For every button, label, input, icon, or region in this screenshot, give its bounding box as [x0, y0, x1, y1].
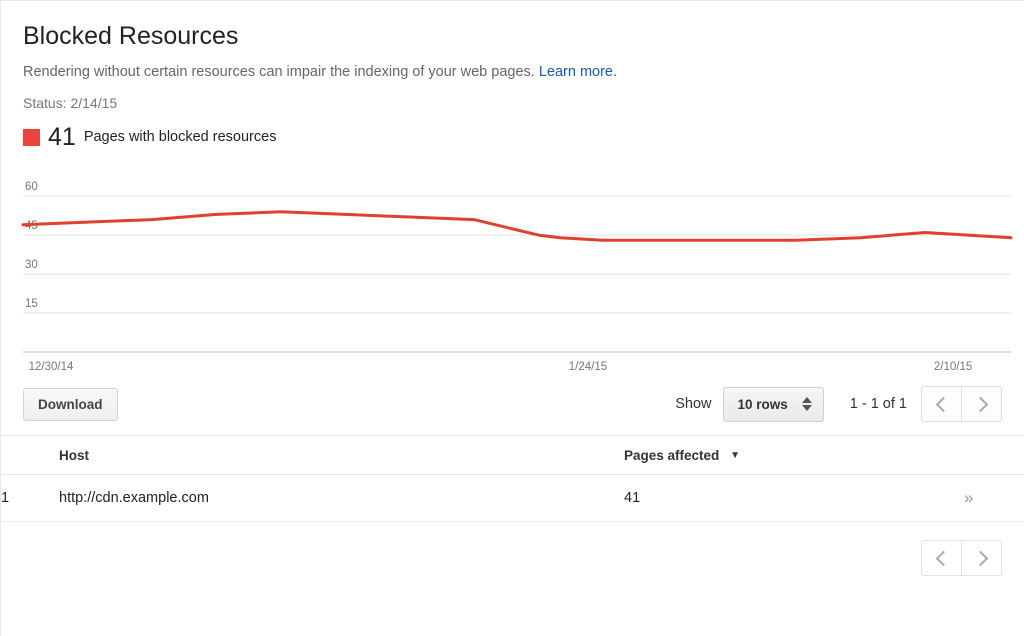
page-description: Rendering without certain resources can … — [23, 63, 1024, 81]
show-label: Show — [675, 396, 712, 412]
status-text: Status: 2/14/15 — [23, 95, 118, 111]
chevron-left-icon — [935, 396, 951, 412]
row-details-cell: » — [964, 474, 1024, 522]
result-range-label: 1 - 1 of 1 — [849, 396, 907, 412]
x-axis-tick-label: 1/24/15 — [569, 361, 607, 373]
legend-color-swatch — [23, 128, 40, 146]
blocked-resources-chart: 15 30 45 60 12/30/14 1/24/15 2/10/15 — [1, 168, 1024, 373]
row-index: 1 — [1, 474, 59, 522]
column-header-pages-affected[interactable]: Pages affected ▼ — [624, 435, 964, 475]
sort-descending-icon: ▼ — [730, 450, 740, 461]
legend-label: Pages with blocked resources — [83, 129, 277, 145]
chevron-left-icon — [935, 550, 951, 566]
stepper-icon — [801, 397, 812, 411]
column-header-host[interactable]: Host — [59, 435, 624, 475]
blocked-resources-table: Host Pages affected ▼ 1 http://cdn.examp… — [1, 435, 1024, 522]
chart-legend: 41 Pages with blocked resources — [23, 124, 1024, 150]
rows-per-page-value: 10 rows — [737, 396, 788, 412]
row-pages-affected: 41 — [624, 474, 964, 522]
table-body: 1 http://cdn.example.com 41 » — [1, 474, 1024, 522]
table-header-row: Host Pages affected ▼ — [1, 435, 1024, 475]
legend-count: 41 — [48, 123, 76, 151]
chart-line-series — [21, 210, 1013, 242]
bottom-pager — [1, 522, 1024, 576]
table-row[interactable]: 1 http://cdn.example.com 41 » — [1, 474, 1024, 522]
prev-page-button[interactable] — [921, 386, 962, 422]
blocked-resources-page: Blocked Resources Rendering without cert… — [0, 0, 1024, 636]
chevron-right-icon — [972, 550, 988, 566]
chevron-right-icon — [972, 396, 988, 412]
row-host[interactable]: http://cdn.example.com — [59, 474, 624, 522]
bottom-pager-group — [921, 540, 1002, 576]
column-header-pages-affected-label: Pages affected — [624, 448, 720, 463]
page-title: Blocked Resources — [23, 22, 239, 50]
chart-svg: 15 30 45 60 12/30/14 1/24/15 2/10/15 — [21, 181, 1013, 373]
next-page-button[interactable] — [962, 386, 1002, 422]
double-chevron-right-icon[interactable]: » — [964, 489, 973, 506]
description-text: Rendering without certain resources can … — [23, 64, 535, 80]
y-axis-tick-label: 30 — [25, 259, 38, 271]
footer-next-page-button[interactable] — [962, 540, 1002, 576]
rows-per-page-select[interactable]: 10 rows — [723, 386, 824, 422]
y-axis-tick-label: 60 — [25, 181, 38, 193]
learn-more-link[interactable]: Learn more. — [539, 64, 617, 80]
table-toolbar: Download Show 10 rows 1 - 1 of 1 — [1, 373, 1024, 435]
top-pager — [921, 386, 1002, 422]
column-header-actions — [964, 435, 1024, 475]
footer-prev-page-button[interactable] — [921, 540, 962, 576]
y-axis-tick-label: 45 — [25, 220, 38, 232]
x-axis-tick-label: 12/30/14 — [29, 361, 74, 373]
x-axis-tick-label: 2/10/15 — [934, 361, 972, 373]
download-button[interactable]: Download — [23, 387, 118, 421]
pagination-controls: Show 10 rows 1 - 1 of 1 — [675, 386, 1002, 422]
page-header: Blocked Resources Rendering without cert… — [1, 1, 1024, 150]
y-axis-tick-label: 15 — [25, 298, 38, 310]
column-header-index — [1, 435, 59, 475]
